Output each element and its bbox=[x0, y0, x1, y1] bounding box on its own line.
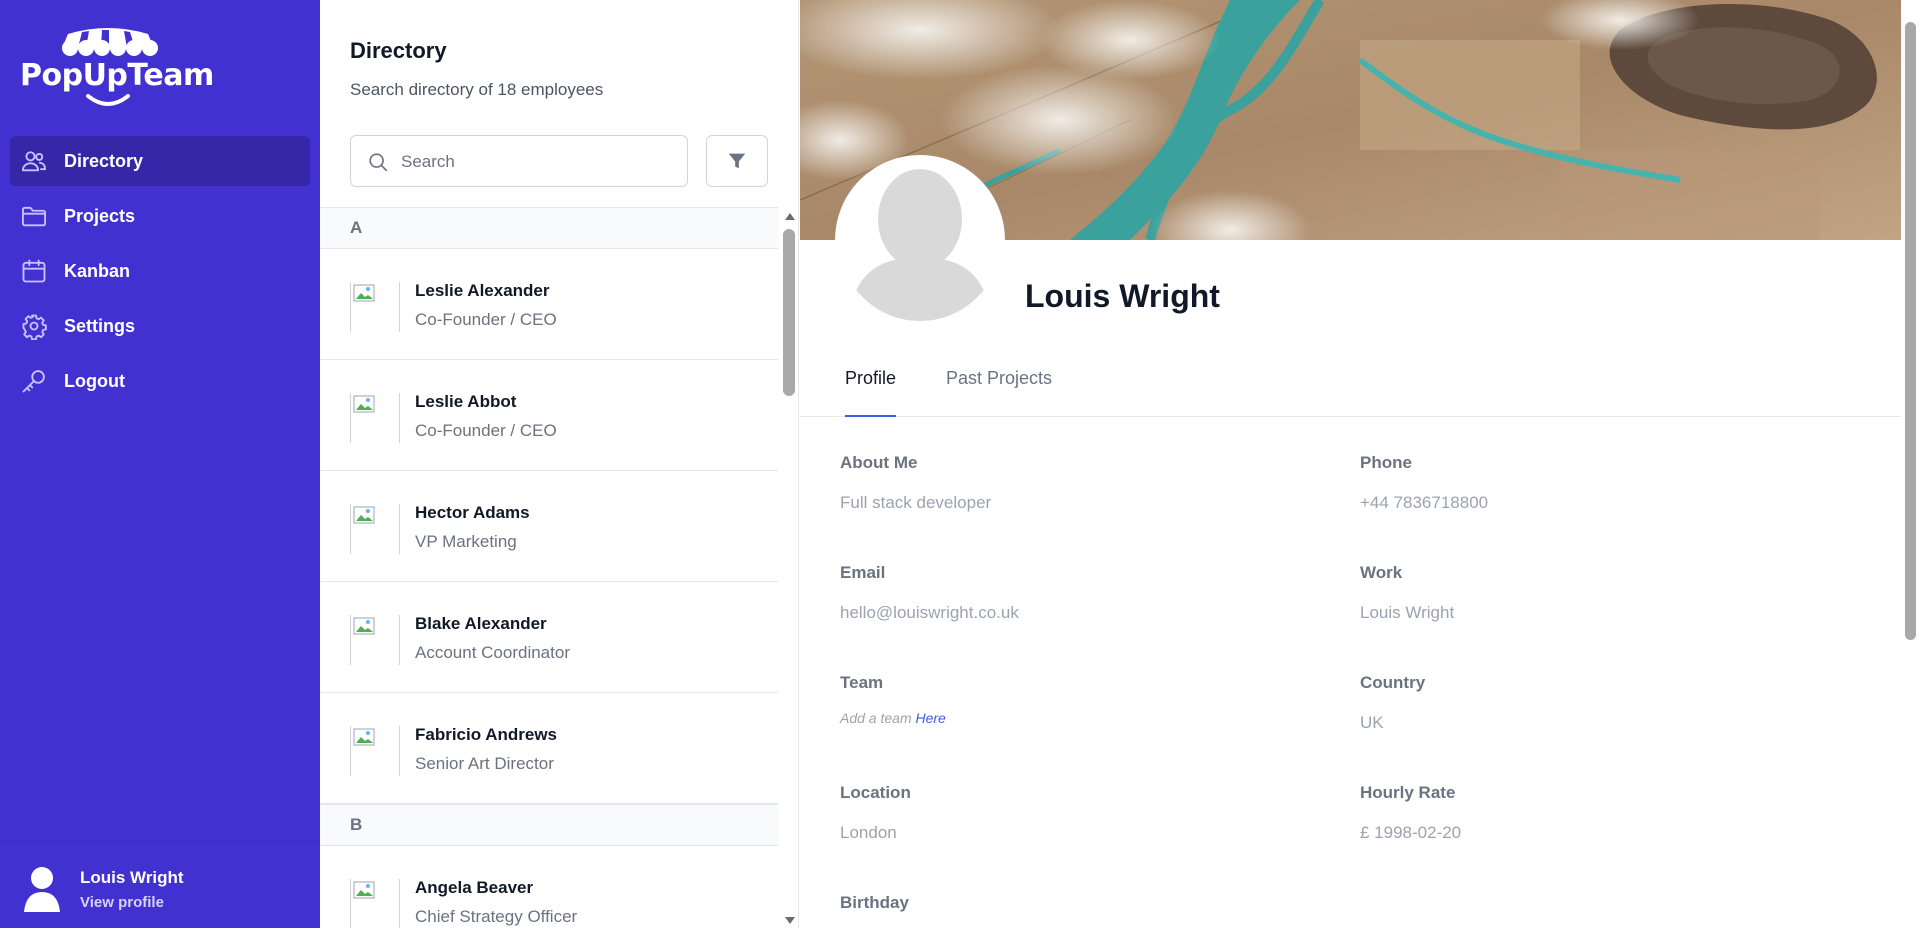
key-icon bbox=[22, 370, 45, 393]
person-silhouette-icon bbox=[839, 159, 1001, 321]
list-scrollbar[interactable] bbox=[779, 207, 798, 928]
sidebar-item-label: Directory bbox=[64, 150, 144, 171]
person-role: Co-Founder / CEO bbox=[415, 421, 557, 440]
search-box bbox=[350, 135, 688, 187]
gear-icon bbox=[22, 314, 47, 340]
users-icon bbox=[21, 151, 47, 172]
person-name: Blake Alexander bbox=[415, 614, 547, 633]
add-team-link[interactable]: Here bbox=[916, 710, 946, 726]
broken-image-icon bbox=[353, 881, 375, 899]
logo[interactable]: PopUpTeam bbox=[20, 26, 214, 106]
page-scrollbar[interactable] bbox=[1901, 0, 1920, 928]
team-hint-text: Add a team bbox=[840, 710, 916, 726]
about-label: About Me bbox=[840, 453, 918, 472]
sidebar-item-label: Settings bbox=[64, 315, 136, 336]
phone-label: Phone bbox=[1360, 453, 1412, 472]
tab-profile[interactable]: Profile bbox=[845, 368, 897, 417]
hourly-rate-value: £ 1998-02-20 bbox=[1360, 823, 1462, 842]
user-name: Louis Wright bbox=[80, 868, 184, 887]
avatar bbox=[24, 867, 60, 912]
scroll-thumb[interactable] bbox=[783, 229, 795, 396]
profile-tabs: Profile Past Projects bbox=[800, 352, 1901, 417]
person-role: Senior Art Director bbox=[415, 754, 554, 773]
profile-avatar bbox=[835, 155, 1005, 325]
broken-image-icon bbox=[353, 728, 375, 746]
email-label: Email bbox=[840, 563, 886, 582]
person-role: Account Coordinator bbox=[415, 643, 570, 662]
scroll-up-arrow[interactable] bbox=[785, 213, 795, 220]
broken-image-icon bbox=[353, 284, 375, 302]
profile-panel: Louis Wright Profile Past Projects About… bbox=[800, 0, 1901, 928]
sidebar: PopUpTeam Directory Projects Kanban Sett… bbox=[0, 0, 320, 928]
broken-image-icon bbox=[353, 506, 375, 524]
sidebar-item-label: Kanban bbox=[64, 260, 131, 281]
list-item[interactable]: Angela Beaver Chief Strategy Officer bbox=[320, 846, 778, 928]
hourly-rate-label: Hourly Rate bbox=[1360, 783, 1456, 802]
person-name: Angela Beaver bbox=[415, 878, 534, 897]
sidebar-user[interactable]: Louis Wright View profile bbox=[0, 841, 320, 928]
person-name: Fabricio Andrews bbox=[415, 725, 558, 744]
location-value: London bbox=[840, 823, 897, 842]
about-value: Full stack developer bbox=[840, 493, 992, 512]
sidebar-item-kanban[interactable]: Kanban bbox=[10, 246, 310, 296]
scroll-down-arrow[interactable] bbox=[785, 917, 795, 924]
person-name: Hector Adams bbox=[415, 503, 530, 522]
list-item[interactable]: Fabricio Andrews Senior Art Director bbox=[320, 693, 778, 804]
sidebar-item-label: Logout bbox=[64, 370, 125, 391]
country-value: UK bbox=[1360, 713, 1384, 732]
sidebar-item-projects[interactable]: Projects bbox=[10, 191, 310, 241]
email-value: hello@louiswright.co.uk bbox=[840, 603, 1019, 622]
directory-title: Directory bbox=[350, 38, 447, 63]
search-input[interactable] bbox=[401, 148, 671, 176]
brand-name: PopUpTeam bbox=[20, 58, 214, 93]
sidebar-item-settings[interactable]: Settings bbox=[10, 301, 310, 351]
person-name: Leslie Abbot bbox=[415, 392, 517, 411]
tab-past-projects[interactable]: Past Projects bbox=[946, 368, 1052, 417]
sidebar-item-directory[interactable]: Directory bbox=[10, 136, 310, 186]
list-item[interactable]: Leslie Alexander Co-Founder / CEO bbox=[320, 249, 778, 360]
list-item[interactable]: Leslie Abbot Co-Founder / CEO bbox=[320, 360, 778, 471]
sidebar-item-label: Projects bbox=[64, 205, 136, 226]
filter-button[interactable] bbox=[706, 135, 768, 187]
list-item[interactable]: Blake Alexander Account Coordinator bbox=[320, 582, 778, 693]
broken-image-icon bbox=[353, 395, 375, 413]
broken-image-icon bbox=[353, 617, 375, 635]
work-value: Louis Wright bbox=[1360, 603, 1455, 622]
directory-panel: Directory Search directory of 18 employe… bbox=[320, 0, 799, 928]
avatar bbox=[350, 393, 400, 443]
employee-list: A Leslie Alexander Co-Founder / CEO Lesl… bbox=[320, 207, 778, 928]
avatar bbox=[350, 879, 400, 928]
search-icon bbox=[369, 153, 388, 172]
view-profile-link[interactable]: View profile bbox=[80, 894, 164, 911]
folder-icon bbox=[21, 206, 47, 227]
avatar bbox=[350, 282, 400, 332]
group-header: B bbox=[320, 804, 778, 846]
list-item[interactable]: Hector Adams VP Marketing bbox=[320, 471, 778, 582]
sidebar-nav: Directory Projects Kanban Settings Logou… bbox=[10, 136, 310, 411]
phone-value: +44 7836718800 bbox=[1360, 493, 1489, 512]
smile-icon bbox=[86, 94, 130, 106]
avatar bbox=[350, 615, 400, 665]
country-label: Country bbox=[1360, 673, 1426, 692]
profile-name: Louis Wright bbox=[1025, 278, 1220, 314]
page-scroll-thumb[interactable] bbox=[1905, 22, 1916, 640]
person-role: Co-Founder / CEO bbox=[415, 310, 557, 329]
team-hint: Add a team Here bbox=[840, 710, 946, 726]
avatar bbox=[350, 726, 400, 776]
team-label: Team bbox=[840, 673, 884, 692]
work-label: Work bbox=[1360, 563, 1403, 582]
sidebar-item-logout[interactable]: Logout bbox=[10, 356, 310, 406]
calendar-icon bbox=[22, 259, 46, 283]
person-role: VP Marketing bbox=[415, 532, 517, 551]
filter-icon bbox=[728, 153, 746, 169]
person-role: Chief Strategy Officer bbox=[415, 907, 578, 926]
birthday-label: Birthday bbox=[840, 893, 909, 912]
directory-subtitle: Search directory of 18 employees bbox=[350, 80, 604, 99]
avatar bbox=[350, 504, 400, 554]
awning-icon bbox=[62, 28, 158, 56]
person-name: Leslie Alexander bbox=[415, 281, 550, 300]
location-label: Location bbox=[840, 783, 911, 802]
group-header: A bbox=[320, 207, 778, 249]
